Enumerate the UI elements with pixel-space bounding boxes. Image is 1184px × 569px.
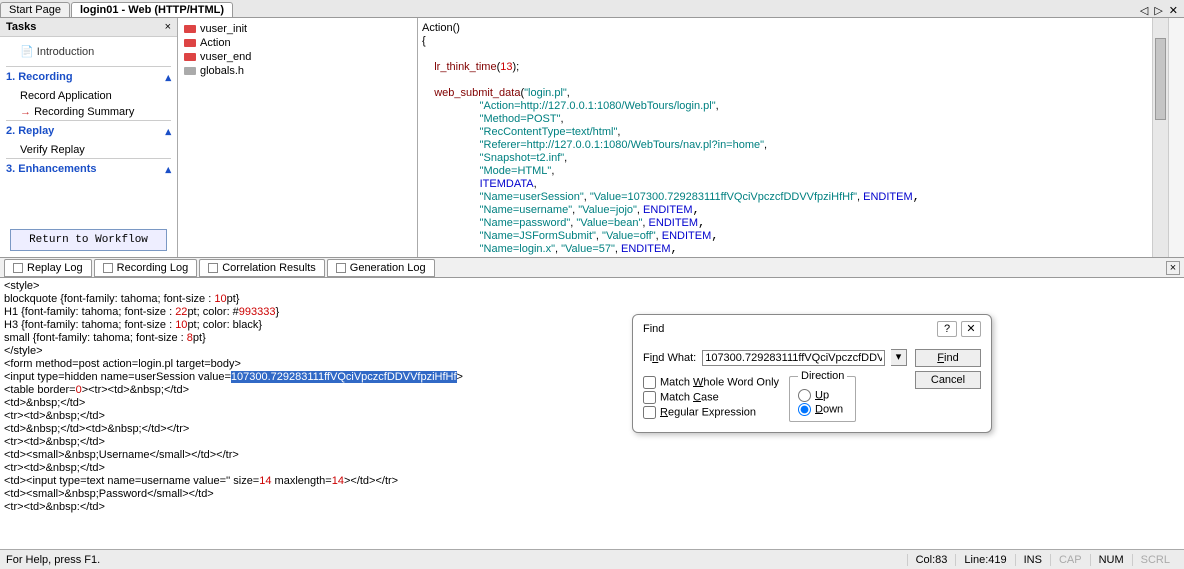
- selected-text: 107300.729283111ffVQciVpczcfDDVVfpziHfHf: [231, 371, 457, 383]
- header-icon: [184, 67, 196, 75]
- log-viewer[interactable]: <style> blockquote {font-family: tahoma;…: [0, 278, 1184, 528]
- tasks-close-icon[interactable]: ×: [165, 21, 171, 33]
- task-introduction[interactable]: 📄 Introduction: [6, 41, 171, 66]
- find-dropdown-icon[interactable]: ▾: [891, 349, 907, 366]
- close-icon[interactable]: ✕: [961, 321, 981, 337]
- script-tree: vuser_init Action vuser_end globals.h: [178, 18, 418, 257]
- regex-checkbox[interactable]: Regular Expression: [643, 406, 779, 419]
- tree-vuser-init[interactable]: vuser_init: [184, 22, 411, 36]
- tab-prev-icon[interactable]: ◁: [1140, 4, 1148, 17]
- task-group-replay[interactable]: 2. Replay▴: [6, 120, 171, 142]
- tasks-title: Tasks: [6, 21, 36, 33]
- tab-start-page[interactable]: Start Page: [0, 2, 70, 17]
- task-verify-replay[interactable]: Verify Replay: [6, 142, 171, 158]
- log-icon: [13, 263, 23, 273]
- action-icon: [184, 53, 196, 61]
- corr-icon: [208, 263, 218, 273]
- direction-up-radio[interactable]: Up: [798, 389, 847, 402]
- status-help: For Help, press F1.: [6, 554, 100, 566]
- tree-vuser-end[interactable]: vuser_end: [184, 50, 411, 64]
- status-line: Line:419: [955, 554, 1014, 566]
- action-icon: [184, 39, 196, 47]
- main-tabs: Start Page login01 - Web (HTTP/HTML) ◁ ▷…: [0, 0, 1184, 18]
- help-icon[interactable]: ?: [937, 321, 957, 337]
- match-whole-word-checkbox[interactable]: Match Whole Word Only: [643, 376, 779, 389]
- tab-close-icon[interactable]: ✕: [1169, 4, 1178, 17]
- tab-replay-log[interactable]: Replay Log: [4, 259, 92, 277]
- status-scrl: SCRL: [1132, 554, 1178, 566]
- log-icon: [103, 263, 113, 273]
- output-tabs: Replay Log Recording Log Correlation Res…: [0, 258, 1184, 278]
- direction-down-radio[interactable]: Down: [798, 403, 847, 416]
- tab-next-icon[interactable]: ▷: [1154, 4, 1162, 17]
- find-button[interactable]: Find: [915, 349, 981, 367]
- tree-action[interactable]: Action: [184, 36, 411, 50]
- return-to-workflow-button[interactable]: Return to Workflow: [10, 229, 167, 251]
- find-title: Find: [643, 323, 933, 335]
- task-group-enhancements[interactable]: 3. Enhancements▴: [6, 158, 171, 180]
- task-group-recording[interactable]: 1. Recording▴: [6, 66, 171, 88]
- code-editor[interactable]: Action() { lr_think_time(13); web_submit…: [418, 18, 1152, 257]
- cancel-button[interactable]: Cancel: [915, 371, 981, 389]
- status-ins: INS: [1015, 554, 1050, 566]
- match-case-checkbox[interactable]: Match Case: [643, 391, 779, 404]
- find-what-input[interactable]: [702, 350, 885, 366]
- tab-correlation-results[interactable]: Correlation Results: [199, 259, 325, 277]
- task-recording-summary[interactable]: Recording Summary: [6, 104, 171, 120]
- tab-controls: ◁ ▷ ✕: [1140, 4, 1184, 17]
- tab-login01[interactable]: login01 - Web (HTTP/HTML): [71, 2, 233, 17]
- tasks-panel: Tasks × 📄 Introduction 1. Recording▴ Rec…: [0, 18, 178, 257]
- gen-icon: [336, 263, 346, 273]
- code-minimap[interactable]: [1168, 18, 1184, 257]
- status-cap: CAP: [1050, 554, 1090, 566]
- code-scrollbar[interactable]: [1152, 18, 1168, 257]
- tab-generation-log[interactable]: Generation Log: [327, 259, 435, 277]
- direction-group: Direction Up Down: [789, 370, 856, 422]
- output-close-icon[interactable]: ×: [1166, 261, 1180, 275]
- tree-globals[interactable]: globals.h: [184, 64, 411, 78]
- tab-recording-log[interactable]: Recording Log: [94, 259, 198, 277]
- find-what-label: Find What:: [643, 352, 696, 364]
- status-num: NUM: [1090, 554, 1132, 566]
- task-record-application[interactable]: Record Application: [6, 88, 171, 104]
- status-bar: For Help, press F1. Col:83 Line:419 INS …: [0, 549, 1184, 569]
- action-icon: [184, 25, 196, 33]
- status-col: Col:83: [907, 554, 956, 566]
- find-dialog: Find ? ✕ Find What: ▾ Match Whole Word O…: [632, 314, 992, 433]
